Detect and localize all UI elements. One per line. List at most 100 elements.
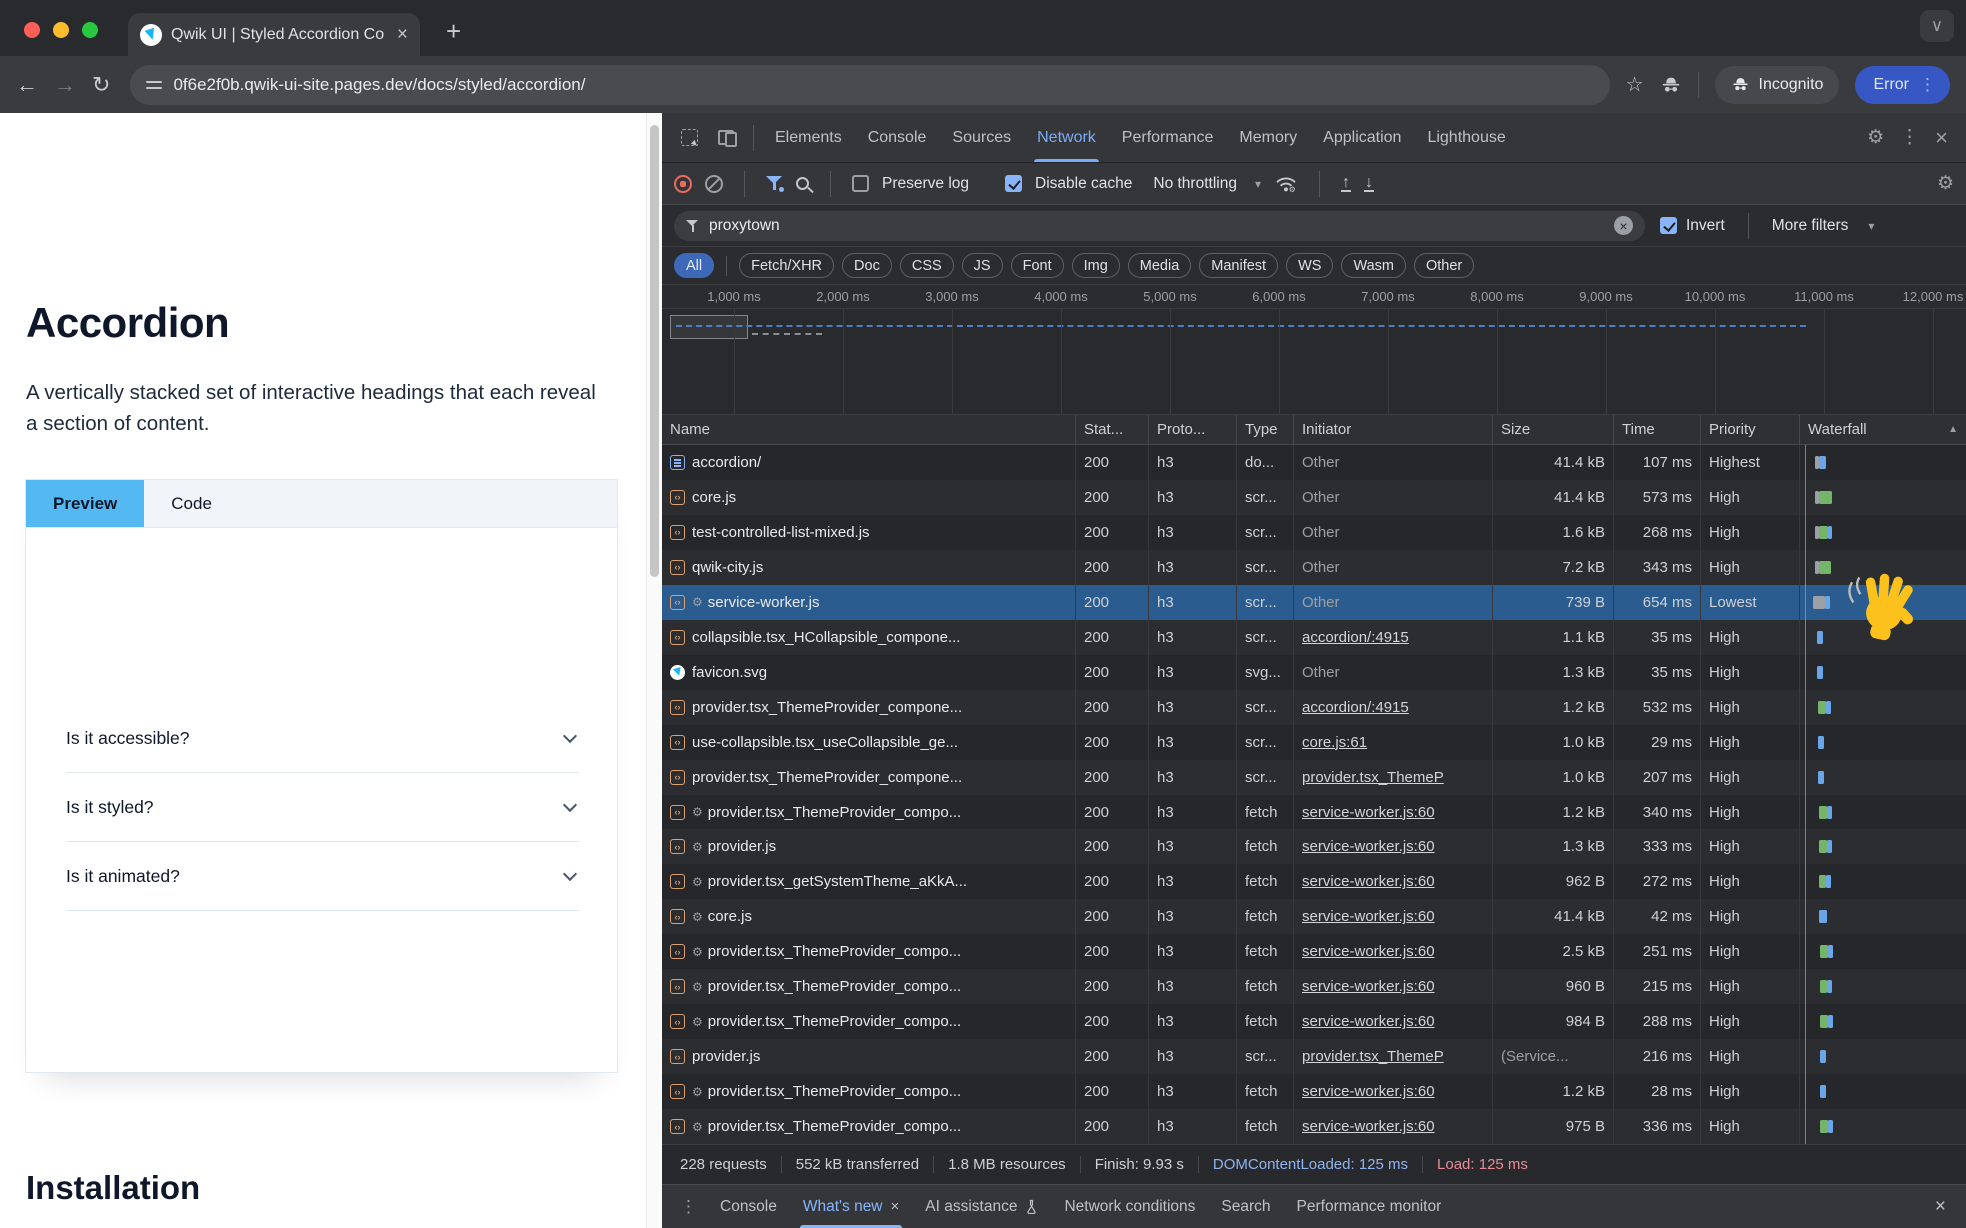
window-minimize-button[interactable]	[53, 22, 69, 38]
devtools-menu-icon[interactable]: ⋮	[1900, 128, 1919, 147]
table-row[interactable]: ‹›⚙provider.tsx_ThemeProvider_compo...20…	[662, 934, 1966, 969]
initiator-cell[interactable]: service-worker.js:60	[1293, 969, 1492, 1004]
filter-icon[interactable]	[766, 176, 783, 191]
overview-selection-box[interactable]	[670, 315, 748, 339]
initiator-cell[interactable]: core.js:61	[1293, 725, 1492, 760]
devtools-tab-memory[interactable]: Memory	[1226, 113, 1310, 162]
reload-button[interactable]: ↻	[92, 72, 110, 98]
type-filter-manifest[interactable]: Manifest	[1199, 253, 1278, 278]
network-settings-icon[interactable]: ⚙	[1937, 174, 1954, 193]
type-filter-ws[interactable]: WS	[1286, 253, 1333, 278]
column-header-size[interactable]: Size	[1492, 415, 1613, 444]
waterfall-cell[interactable]	[1799, 969, 1966, 1004]
url-text[interactable]: 0f6e2f0b.qwik-ui-site.pages.dev/docs/sty…	[173, 75, 585, 95]
request-name-cell[interactable]: ‹›⚙core.js	[662, 899, 1075, 934]
initiator-link[interactable]: service-worker.js:60	[1302, 873, 1435, 890]
table-row[interactable]: ‹›provider.tsx_ThemeProvider_compone...2…	[662, 690, 1966, 725]
table-row[interactable]: ‹›⚙service-worker.js200h3scr...Other739 …	[662, 585, 1966, 620]
window-close-button[interactable]	[24, 22, 40, 38]
waterfall-cell[interactable]	[1799, 1109, 1966, 1144]
clear-filter-icon[interactable]: ×	[1614, 216, 1633, 235]
devtools-tab-console[interactable]: Console	[855, 113, 940, 162]
devtools-settings-icon[interactable]: ⚙	[1867, 128, 1884, 147]
import-har-icon[interactable]: ↑	[1341, 175, 1351, 192]
browser-tab[interactable]: Qwik UI | Styled Accordion Co ×	[128, 13, 420, 56]
chevron-down-icon[interactable]: ▾	[1255, 177, 1261, 191]
inspect-element-icon[interactable]	[681, 129, 698, 146]
invert-checkbox[interactable]	[1660, 217, 1677, 234]
initiator-link[interactable]: service-worker.js:60	[1302, 838, 1435, 855]
initiator-cell[interactable]: service-worker.js:60	[1293, 864, 1492, 899]
drawer-tab-search[interactable]: Search	[1208, 1185, 1283, 1228]
drawer-tab-what-s-new[interactable]: What's new×	[790, 1185, 912, 1228]
waterfall-cell[interactable]	[1799, 934, 1966, 969]
network-conditions-icon[interactable]: ⚙	[1274, 175, 1298, 193]
devtools-tab-performance[interactable]: Performance	[1109, 113, 1227, 162]
request-name-cell[interactable]: ‹›core.js	[662, 480, 1075, 515]
initiator-link[interactable]: service-worker.js:60	[1302, 1013, 1435, 1030]
initiator-link[interactable]: core.js:61	[1302, 734, 1367, 751]
table-row[interactable]: ‹›use-collapsible.tsx_useCollapsible_ge.…	[662, 725, 1966, 760]
disable-cache-label[interactable]: Disable cache	[1035, 175, 1132, 193]
back-button[interactable]: ←	[16, 72, 38, 98]
waterfall-cell[interactable]	[1799, 795, 1966, 830]
initiator-link[interactable]: service-worker.js:60	[1302, 804, 1435, 821]
waterfall-cell[interactable]	[1799, 515, 1966, 550]
initiator-cell[interactable]: service-worker.js:60	[1293, 795, 1492, 830]
devtools-tab-lighthouse[interactable]: Lighthouse	[1414, 113, 1518, 162]
initiator-link[interactable]: service-worker.js:60	[1302, 1083, 1435, 1100]
initiator-cell[interactable]: service-worker.js:60	[1293, 1004, 1492, 1039]
request-name-cell[interactable]: accordion/	[662, 445, 1075, 480]
initiator-cell[interactable]: service-worker.js:60	[1293, 934, 1492, 969]
column-header-priority[interactable]: Priority	[1700, 415, 1799, 444]
initiator-cell[interactable]: provider.tsx_ThemeP	[1293, 1039, 1492, 1074]
waterfall-cell[interactable]	[1799, 480, 1966, 515]
column-header-proto[interactable]: Proto...	[1148, 415, 1236, 444]
export-har-icon[interactable]: ↓	[1364, 175, 1374, 192]
network-filter-input[interactable]: proxytown ×	[674, 211, 1645, 241]
initiator-cell[interactable]: service-worker.js:60	[1293, 1109, 1492, 1144]
type-filter-css[interactable]: CSS	[900, 253, 954, 278]
tab-search-chevron-button[interactable]: ∨	[1920, 10, 1954, 42]
request-name-cell[interactable]: favicon.svg	[662, 655, 1075, 690]
column-header-time[interactable]: Time	[1613, 415, 1700, 444]
initiator-cell[interactable]: provider.tsx_ThemeP	[1293, 760, 1492, 795]
initiator-link[interactable]: provider.tsx_ThemeP	[1302, 769, 1444, 786]
table-row[interactable]: favicon.svg200h3svg...Other1.3 kB35 msHi…	[662, 655, 1966, 690]
waterfall-cell[interactable]	[1799, 864, 1966, 899]
table-row[interactable]: ‹›⚙provider.tsx_ThemeProvider_compo...20…	[662, 1004, 1966, 1039]
request-name-cell[interactable]: ‹›⚙provider.tsx_ThemeProvider_compo...	[662, 1109, 1075, 1144]
tab-preview[interactable]: Preview	[26, 480, 144, 527]
initiator-link[interactable]: service-worker.js:60	[1302, 978, 1435, 995]
column-header-initiator[interactable]: Initiator	[1293, 415, 1492, 444]
address-bar[interactable]: 0f6e2f0b.qwik-ui-site.pages.dev/docs/sty…	[130, 65, 1609, 105]
record-network-log-button[interactable]	[674, 175, 692, 193]
table-row[interactable]: ‹›test-controlled-list-mixed.js200h3scr.…	[662, 515, 1966, 550]
incognito-avatar-icon[interactable]	[1660, 74, 1682, 96]
table-row[interactable]: ‹›⚙core.js200h3fetchservice-worker.js:60…	[662, 899, 1966, 934]
type-filter-font[interactable]: Font	[1011, 253, 1064, 278]
table-row[interactable]: accordion/200h3do...Other41.4 kB107 msHi…	[662, 445, 1966, 480]
column-header-name[interactable]: Name	[662, 415, 1075, 444]
request-name-cell[interactable]: ‹›collapsible.tsx_HCollapsible_compone..…	[662, 620, 1075, 655]
invert-label[interactable]: Invert	[1686, 217, 1725, 235]
preserve-log-checkbox[interactable]	[852, 175, 869, 192]
initiator-link[interactable]: provider.tsx_ThemeP	[1302, 1048, 1444, 1065]
chevron-down-icon[interactable]: ▾	[1868, 219, 1874, 233]
waterfall-cell[interactable]	[1799, 760, 1966, 795]
column-header-stat[interactable]: Stat...	[1075, 415, 1148, 444]
error-button[interactable]: Error ⋮	[1855, 66, 1950, 104]
initiator-link[interactable]: service-worker.js:60	[1302, 1118, 1435, 1135]
disable-cache-checkbox[interactable]	[1005, 175, 1022, 192]
type-filter-media[interactable]: Media	[1128, 253, 1192, 278]
more-filters-button[interactable]: More filters	[1772, 217, 1849, 235]
waterfall-cell[interactable]	[1799, 1074, 1966, 1109]
type-filter-fetch-xhr[interactable]: Fetch/XHR	[739, 253, 834, 278]
devtools-tab-network[interactable]: Network	[1024, 113, 1109, 162]
page-scrollbar[interactable]	[646, 113, 662, 1228]
browser-menu-icon[interactable]: ⋮	[1919, 75, 1936, 95]
scrollbar-thumb[interactable]	[650, 125, 659, 577]
forward-button[interactable]: →	[54, 72, 76, 98]
request-name-cell[interactable]: ‹›provider.tsx_ThemeProvider_compone...	[662, 760, 1075, 795]
initiator-link[interactable]: service-worker.js:60	[1302, 908, 1435, 925]
